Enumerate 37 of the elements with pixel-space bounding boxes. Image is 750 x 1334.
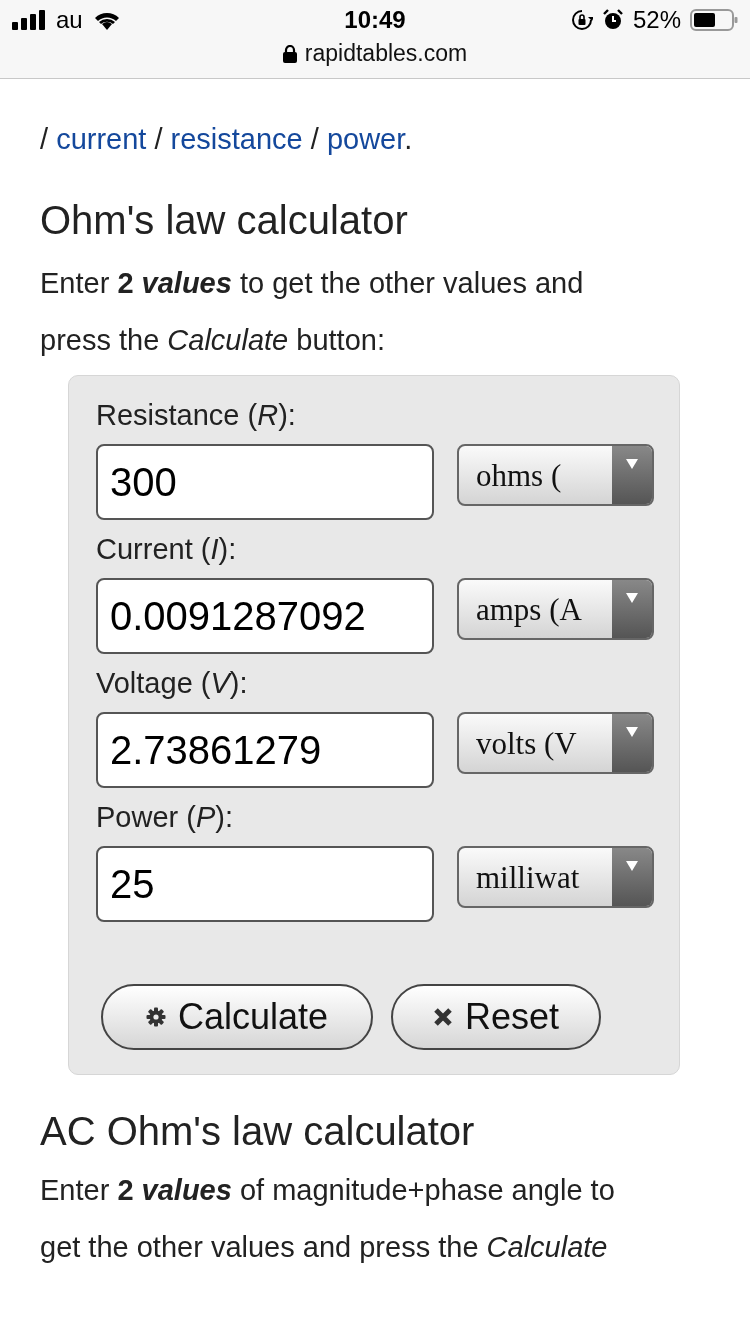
section-heading: Ohm's law calculator xyxy=(40,198,409,243)
value-input[interactable]: 300 xyxy=(96,444,434,520)
dropdown-arrow-icon xyxy=(625,726,639,738)
field-label: Current (I): xyxy=(96,532,238,567)
lock-icon xyxy=(282,44,297,63)
field-label: Resistance (R): xyxy=(96,398,297,433)
instructions-text: Enter 2 values to get the other values and press the Calculate button: xyxy=(40,266,585,358)
page-link[interactable]: resistance xyxy=(170,123,303,155)
dropdown-arrow-icon xyxy=(625,860,639,872)
carrier-name: au xyxy=(56,6,83,34)
section-heading: AC Ohm's law calculator xyxy=(40,1109,476,1154)
dropdown-arrow-icon xyxy=(625,458,639,470)
page-link[interactable]: current xyxy=(56,123,147,155)
unit-select[interactable]: ohms ( xyxy=(457,444,654,506)
clock-time: 10:49 xyxy=(344,6,406,34)
value-input[interactable]: 25 xyxy=(96,846,434,922)
field-label: Power (P): xyxy=(96,800,234,835)
battery-icon xyxy=(690,9,738,31)
battery-percent: 52% xyxy=(632,6,681,34)
value-input[interactable]: 2.73861279 xyxy=(96,712,434,788)
gear-icon xyxy=(145,1007,166,1027)
action-button[interactable]: Calculate xyxy=(101,984,373,1050)
signal-icon xyxy=(12,10,46,30)
unit-select[interactable]: amps (A xyxy=(457,578,654,640)
unit-select[interactable]: volts (V xyxy=(457,712,654,774)
dropdown-arrow-icon xyxy=(625,592,639,604)
intro-text: / current / resistance / power. xyxy=(40,122,414,157)
value-input[interactable]: 0.0091287092 xyxy=(96,578,434,654)
alarm-icon xyxy=(601,9,624,31)
unit-select[interactable]: milliwat xyxy=(457,846,654,908)
page-link[interactable]: power xyxy=(326,123,405,155)
page-url[interactable]: rapidtables.com xyxy=(304,40,468,67)
instructions-text: Enter 2 values of magnitude+phase angle to get the other values and press the Calculate xyxy=(40,1173,616,1265)
close-icon xyxy=(432,1007,453,1027)
rotation-lock-icon xyxy=(570,9,593,31)
action-button[interactable]: Reset xyxy=(391,984,601,1050)
field-label: Voltage (V): xyxy=(96,666,249,701)
